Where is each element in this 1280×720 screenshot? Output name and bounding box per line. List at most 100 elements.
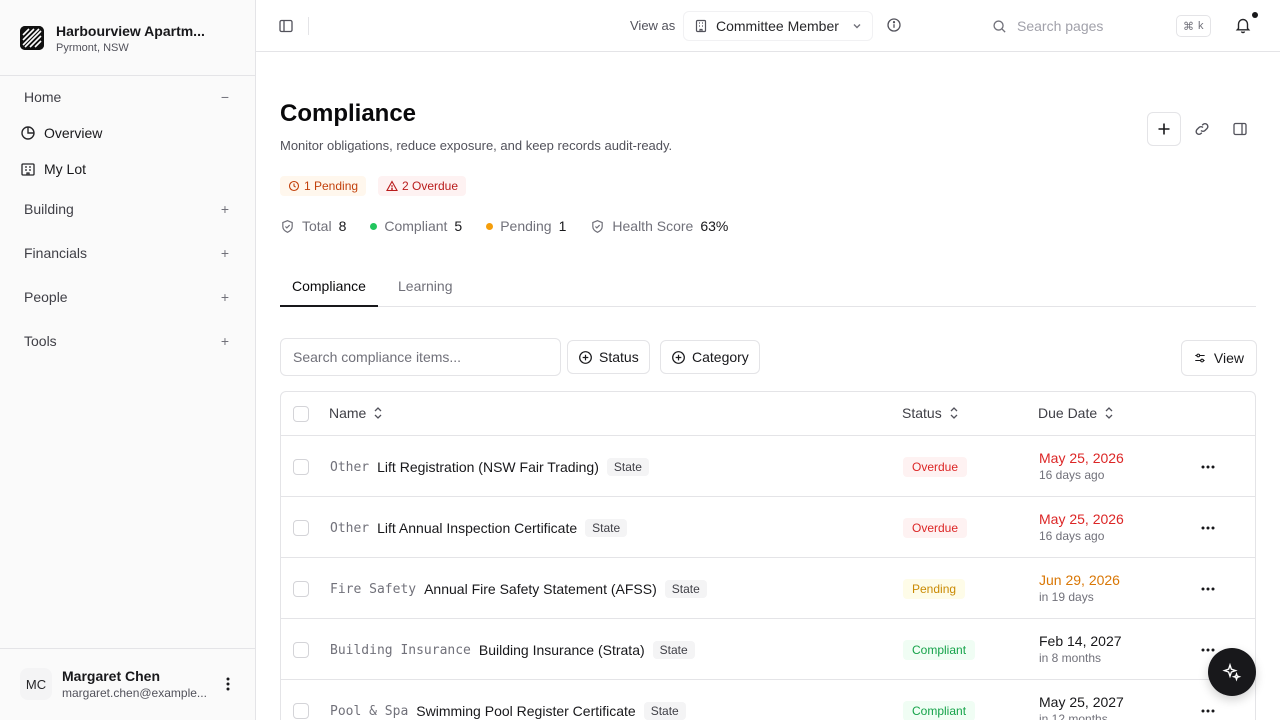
stat-total: Total 8 xyxy=(280,218,346,234)
sidebar-item-overview[interactable]: Overview xyxy=(12,117,244,149)
jurisdiction-chip: State xyxy=(664,580,707,598)
sidebar-group-tools[interactable]: Tools + xyxy=(12,325,244,357)
table-row[interactable]: Fire Safety Annual Fire Safety Statement… xyxy=(281,558,1255,619)
collapse-icon: − xyxy=(220,89,230,105)
stat-value: 8 xyxy=(338,218,347,234)
info-icon[interactable] xyxy=(886,17,902,38)
expand-icon: + xyxy=(220,245,230,261)
org-switcher[interactable]: Harbourview Apartm... Pyrmont, NSW xyxy=(12,12,244,64)
category-label: Building Insurance xyxy=(330,642,471,658)
due-relative: 16 days ago xyxy=(1039,529,1105,543)
row-checkbox[interactable] xyxy=(293,520,309,536)
expand-icon: + xyxy=(220,201,230,217)
due-date-cell: May 25, 2027 in 12 months xyxy=(1039,694,1124,720)
status-badge: Pending xyxy=(903,579,966,599)
category-filter-label: Category xyxy=(692,349,749,365)
item-name[interactable]: Swimming Pool Register Certificate xyxy=(416,703,635,719)
column-header-label: Name xyxy=(329,405,367,421)
sparkles-icon xyxy=(1222,662,1242,682)
main-content: Compliance Monitor obligations, reduce e… xyxy=(256,52,1280,720)
more-horizontal-icon[interactable] xyxy=(1199,458,1217,476)
due-date-cell: Jun 29, 2026 in 19 days xyxy=(1039,572,1120,604)
sidebar-group-home[interactable]: Home − xyxy=(12,81,244,113)
column-header-label: Due Date xyxy=(1038,405,1098,421)
clock-icon xyxy=(288,180,300,192)
sidebar-toggle-icon[interactable] xyxy=(276,16,296,36)
view-options-button[interactable]: View xyxy=(1181,340,1257,376)
stat-label: Compliant xyxy=(384,218,448,234)
row-checkbox[interactable] xyxy=(293,703,309,719)
view-as-label: View as xyxy=(630,18,676,33)
jurisdiction-chip: State xyxy=(585,519,628,537)
link-icon xyxy=(1195,122,1209,136)
table-row[interactable]: Building Insurance Building Insurance (S… xyxy=(281,619,1255,680)
shortcut-key: k xyxy=(1198,20,1204,32)
expand-icon: + xyxy=(220,333,230,349)
toggle-panel-button[interactable] xyxy=(1223,112,1257,146)
row-checkbox[interactable] xyxy=(293,642,309,658)
status-filter-button[interactable]: Status xyxy=(567,340,650,374)
sidebar-group-people[interactable]: People + xyxy=(12,281,244,313)
more-vertical-icon[interactable] xyxy=(218,674,238,694)
role-select[interactable]: Committee Member xyxy=(683,11,873,41)
top-bar: View as Committee Member Search pages ⌘ … xyxy=(256,0,1280,52)
more-horizontal-icon[interactable] xyxy=(1199,702,1217,720)
stat-value: 1 xyxy=(558,218,567,234)
category-filter-button[interactable]: Category xyxy=(660,340,760,374)
org-name: Harbourview Apartm... xyxy=(56,22,205,39)
overdue-badge[interactable]: 2 Overdue xyxy=(378,176,467,196)
shortcut-hint: ⌘ k xyxy=(1176,15,1211,37)
user-menu-trigger[interactable]: MC Margaret Chen margaret.chen@example..… xyxy=(12,660,244,708)
item-name[interactable]: Annual Fire Safety Statement (AFSS) xyxy=(424,581,657,597)
plus-icon xyxy=(1158,123,1170,135)
due-date: May 25, 2026 xyxy=(1039,511,1124,527)
sidebar-item-label: Overview xyxy=(44,125,103,141)
status-filter-label: Status xyxy=(599,349,639,365)
table-row[interactable]: Pool & Spa Swimming Pool Register Certif… xyxy=(281,680,1255,720)
compliant-dot xyxy=(370,222,378,230)
row-checkbox[interactable] xyxy=(293,581,309,597)
role-select-value: Committee Member xyxy=(716,18,839,34)
row-checkbox[interactable] xyxy=(293,459,309,475)
tab-compliance[interactable]: Compliance xyxy=(280,272,378,307)
table-row[interactable]: Other Lift Registration (NSW Fair Tradin… xyxy=(281,436,1255,497)
select-all-checkbox[interactable] xyxy=(293,406,309,422)
pending-badge[interactable]: 1 Pending xyxy=(280,176,367,196)
column-header-due-date[interactable]: Due Date xyxy=(1038,405,1115,421)
category-label: Pool & Spa xyxy=(330,703,409,719)
column-header-status[interactable]: Status xyxy=(902,405,960,421)
category-label: Other xyxy=(330,520,370,536)
shield-icon xyxy=(282,219,293,233)
status-badge: Overdue xyxy=(903,457,968,477)
copy-link-button[interactable] xyxy=(1185,112,1219,146)
sliders-icon xyxy=(1195,353,1205,363)
plus-circle-icon xyxy=(579,350,592,364)
sidebar-group-label: Building xyxy=(24,201,74,217)
due-date: May 25, 2027 xyxy=(1039,694,1124,710)
tab-learning[interactable]: Learning xyxy=(386,272,465,306)
more-horizontal-icon[interactable] xyxy=(1199,519,1217,537)
sidebar-group-label: Home xyxy=(24,89,62,105)
table-row[interactable]: Other Lift Annual Inspection Certificate… xyxy=(281,497,1255,558)
command-key: ⌘ xyxy=(1183,20,1194,33)
avatar: MC xyxy=(20,668,52,700)
stat-label: Total xyxy=(302,218,332,234)
more-horizontal-icon[interactable] xyxy=(1199,580,1217,598)
sidebar-item-my-lot[interactable]: My Lot xyxy=(12,153,244,185)
column-header-name[interactable]: Name xyxy=(329,405,384,421)
item-name-cell: Building Insurance Building Insurance (S… xyxy=(330,641,695,659)
user-name: Margaret Chen xyxy=(62,668,161,684)
sidebar-group-label: Financials xyxy=(24,245,88,261)
item-name[interactable]: Lift Annual Inspection Certificate xyxy=(377,520,577,536)
compliance-table: Name Status Due Date Other Lift Registra… xyxy=(280,391,1256,720)
item-name[interactable]: Lift Registration (NSW Fair Trading) xyxy=(377,459,599,475)
ai-assistant-button[interactable] xyxy=(1208,648,1256,696)
item-name[interactable]: Building Insurance (Strata) xyxy=(479,642,645,658)
add-button[interactable] xyxy=(1147,112,1181,146)
compliance-search-input[interactable] xyxy=(280,338,561,376)
toolbar-separator xyxy=(308,17,309,35)
sidebar-group-financials[interactable]: Financials + xyxy=(12,237,244,269)
bell-icon[interactable] xyxy=(1234,16,1254,36)
sort-icon xyxy=(1105,407,1113,419)
sidebar-group-building[interactable]: Building + xyxy=(12,193,244,225)
